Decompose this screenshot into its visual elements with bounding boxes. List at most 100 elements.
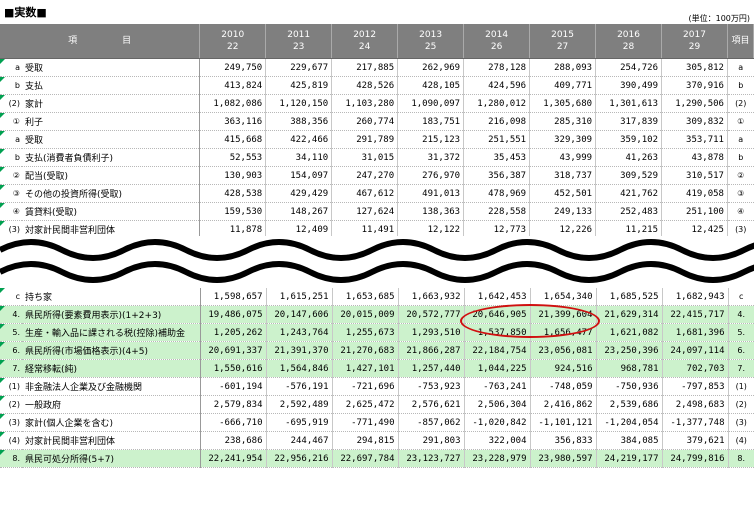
value-cell[interactable]: 390,499 xyxy=(595,76,663,95)
value-cell[interactable]: 2,498,683 xyxy=(662,395,729,414)
value-cell[interactable]: 363,116 xyxy=(199,112,267,131)
value-cell[interactable]: 22,697,784 xyxy=(332,449,399,468)
value-cell[interactable]: 159,530 xyxy=(199,202,267,221)
value-cell[interactable]: 52,553 xyxy=(199,148,267,167)
value-cell[interactable]: 278,128 xyxy=(463,58,531,77)
value-cell[interactable]: 22,241,954 xyxy=(200,449,267,468)
value-cell[interactable]: 154,097 xyxy=(265,166,333,185)
value-cell[interactable]: 21,391,370 xyxy=(266,341,333,360)
value-cell[interactable]: 388,356 xyxy=(265,112,333,131)
value-cell[interactable]: 1,255,673 xyxy=(332,323,399,342)
value-cell[interactable]: -771,490 xyxy=(332,413,399,432)
value-cell[interactable]: 20,015,009 xyxy=(332,305,399,324)
value-cell[interactable]: 22,184,754 xyxy=(464,341,531,360)
value-cell[interactable]: 1,293,510 xyxy=(398,323,465,342)
value-cell[interactable]: 415,668 xyxy=(199,130,267,149)
value-cell[interactable]: 20,147,606 xyxy=(266,305,333,324)
value-cell[interactable]: 21,399,604 xyxy=(530,305,597,324)
value-cell[interactable]: 379,621 xyxy=(662,431,729,450)
value-cell[interactable]: 1,681,396 xyxy=(662,323,729,342)
value-cell[interactable]: 43,999 xyxy=(529,148,597,167)
value-cell[interactable]: 1,621,082 xyxy=(596,323,663,342)
value-cell[interactable]: 285,310 xyxy=(529,112,597,131)
value-cell[interactable]: 22,415,717 xyxy=(662,305,729,324)
value-cell[interactable]: 1,082,086 xyxy=(199,94,267,113)
value-cell[interactable]: 1,656,477 xyxy=(530,323,597,342)
value-cell[interactable]: 428,105 xyxy=(397,76,465,95)
value-cell[interactable]: 2,506,304 xyxy=(464,395,531,414)
value-cell[interactable]: 1,044,225 xyxy=(464,359,531,378)
value-cell[interactable]: 1,103,280 xyxy=(331,94,399,113)
row-label[interactable]: 対家計民間非営利団体 xyxy=(22,431,201,450)
row-label[interactable]: 持ち家 xyxy=(22,288,201,306)
value-cell[interactable]: 356,387 xyxy=(463,166,531,185)
value-cell[interactable]: 322,004 xyxy=(464,431,531,450)
value-cell[interactable]: 425,819 xyxy=(265,76,333,95)
value-cell[interactable]: 409,771 xyxy=(529,76,597,95)
value-cell[interactable]: 1,615,251 xyxy=(266,288,333,306)
value-cell[interactable]: 24,097,114 xyxy=(662,341,729,360)
row-label[interactable]: 配当(受取) xyxy=(21,166,201,185)
value-cell[interactable]: 318,737 xyxy=(529,166,597,185)
value-cell[interactable]: 127,624 xyxy=(331,202,399,221)
row-label[interactable]: 非金融法人企業及び金融機関 xyxy=(22,377,201,396)
value-cell[interactable]: 2,625,472 xyxy=(332,395,399,414)
value-cell[interactable]: 1,564,846 xyxy=(266,359,333,378)
value-cell[interactable]: 23,980,597 xyxy=(530,449,597,468)
row-label[interactable]: 支払 xyxy=(21,76,201,95)
value-cell[interactable]: 21,629,314 xyxy=(596,305,663,324)
value-cell[interactable]: 23,228,979 xyxy=(464,449,531,468)
value-cell[interactable]: 262,969 xyxy=(397,58,465,77)
value-cell[interactable]: 1,550,616 xyxy=(200,359,267,378)
value-cell[interactable]: 23,250,396 xyxy=(596,341,663,360)
value-cell[interactable]: 20,691,337 xyxy=(200,341,267,360)
value-cell[interactable]: 1,654,340 xyxy=(530,288,597,306)
value-cell[interactable]: 249,133 xyxy=(529,202,597,221)
value-cell[interactable]: 478,969 xyxy=(463,184,531,203)
row-label[interactable]: 県民所得(要素費用表示)(1+2+3) xyxy=(22,305,201,324)
row-label[interactable]: その他の投資所得(受取) xyxy=(21,184,201,203)
value-cell[interactable]: 2,539,686 xyxy=(596,395,663,414)
value-cell[interactable]: 317,839 xyxy=(595,112,663,131)
value-cell[interactable]: 1,205,262 xyxy=(200,323,267,342)
value-cell[interactable]: 309,529 xyxy=(595,166,663,185)
value-cell[interactable]: -753,923 xyxy=(398,377,465,396)
value-cell[interactable]: -695,919 xyxy=(266,413,333,432)
value-cell[interactable]: 228,558 xyxy=(463,202,531,221)
value-cell[interactable]: 130,903 xyxy=(199,166,267,185)
value-cell[interactable]: 1,663,932 xyxy=(398,288,465,306)
value-cell[interactable]: 34,110 xyxy=(265,148,333,167)
value-cell[interactable]: 421,762 xyxy=(595,184,663,203)
value-cell[interactable]: 183,751 xyxy=(397,112,465,131)
value-cell[interactable]: 215,123 xyxy=(397,130,465,149)
value-cell[interactable]: 244,467 xyxy=(266,431,333,450)
value-cell[interactable]: 1,427,101 xyxy=(332,359,399,378)
value-cell[interactable]: 252,483 xyxy=(595,202,663,221)
value-cell[interactable]: 467,612 xyxy=(331,184,399,203)
value-cell[interactable]: 21,866,287 xyxy=(398,341,465,360)
row-label[interactable]: 受取 xyxy=(21,58,201,77)
value-cell[interactable]: -576,191 xyxy=(266,377,333,396)
value-cell[interactable]: 968,781 xyxy=(596,359,663,378)
value-cell[interactable]: 419,058 xyxy=(661,184,728,203)
value-cell[interactable]: 2,416,862 xyxy=(530,395,597,414)
row-label[interactable]: 県民所得(市場価格表示)(4+5) xyxy=(22,341,201,360)
value-cell[interactable]: 1,290,506 xyxy=(661,94,728,113)
value-cell[interactable]: 288,093 xyxy=(529,58,597,77)
value-cell[interactable]: -721,696 xyxy=(332,377,399,396)
value-cell[interactable]: 924,516 xyxy=(530,359,597,378)
row-label[interactable]: 一般政府 xyxy=(22,395,201,414)
value-cell[interactable]: 429,429 xyxy=(265,184,333,203)
value-cell[interactable]: 31,015 xyxy=(331,148,399,167)
value-cell[interactable]: 329,309 xyxy=(529,130,597,149)
value-cell[interactable]: 249,750 xyxy=(199,58,267,77)
value-cell[interactable]: -1,020,842 xyxy=(464,413,531,432)
value-cell[interactable]: 247,270 xyxy=(331,166,399,185)
value-cell[interactable]: -601,194 xyxy=(200,377,267,396)
value-cell[interactable]: -797,853 xyxy=(662,377,729,396)
value-cell[interactable]: 43,878 xyxy=(661,148,728,167)
value-cell[interactable]: 370,916 xyxy=(661,76,728,95)
row-label[interactable]: 家計 xyxy=(21,94,201,113)
value-cell[interactable]: 424,596 xyxy=(463,76,531,95)
value-cell[interactable]: 31,372 xyxy=(397,148,465,167)
